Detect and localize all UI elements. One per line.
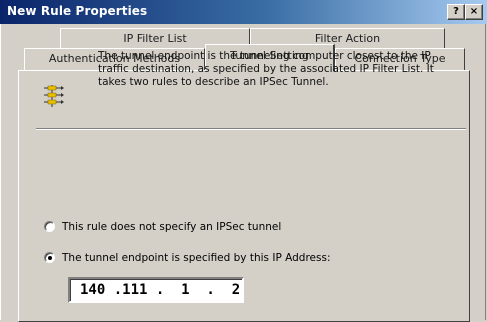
separator — [36, 128, 466, 130]
help-button[interactable]: ? — [447, 4, 465, 20]
close-button[interactable]: × — [465, 4, 483, 20]
no-tunnel-radio[interactable] — [44, 221, 55, 232]
tunnel-endpoint-icon — [44, 85, 64, 107]
tunnel-endpoint-radio[interactable] — [44, 252, 55, 263]
ip-address-field[interactable]: 140 .111 . 1 . 2 — [68, 277, 244, 303]
tunnel-endpoint-label[interactable]: The tunnel endpoint is specified by this… — [62, 250, 330, 266]
tunnel-description: The tunnel endpoint is the tunneling com… — [98, 50, 434, 88]
title-bar[interactable]: New Rule Properties ? × — [0, 0, 487, 24]
no-tunnel-label[interactable]: This rule does not specify an IPSec tunn… — [62, 219, 281, 235]
window-title: New Rule Properties — [7, 4, 148, 18]
